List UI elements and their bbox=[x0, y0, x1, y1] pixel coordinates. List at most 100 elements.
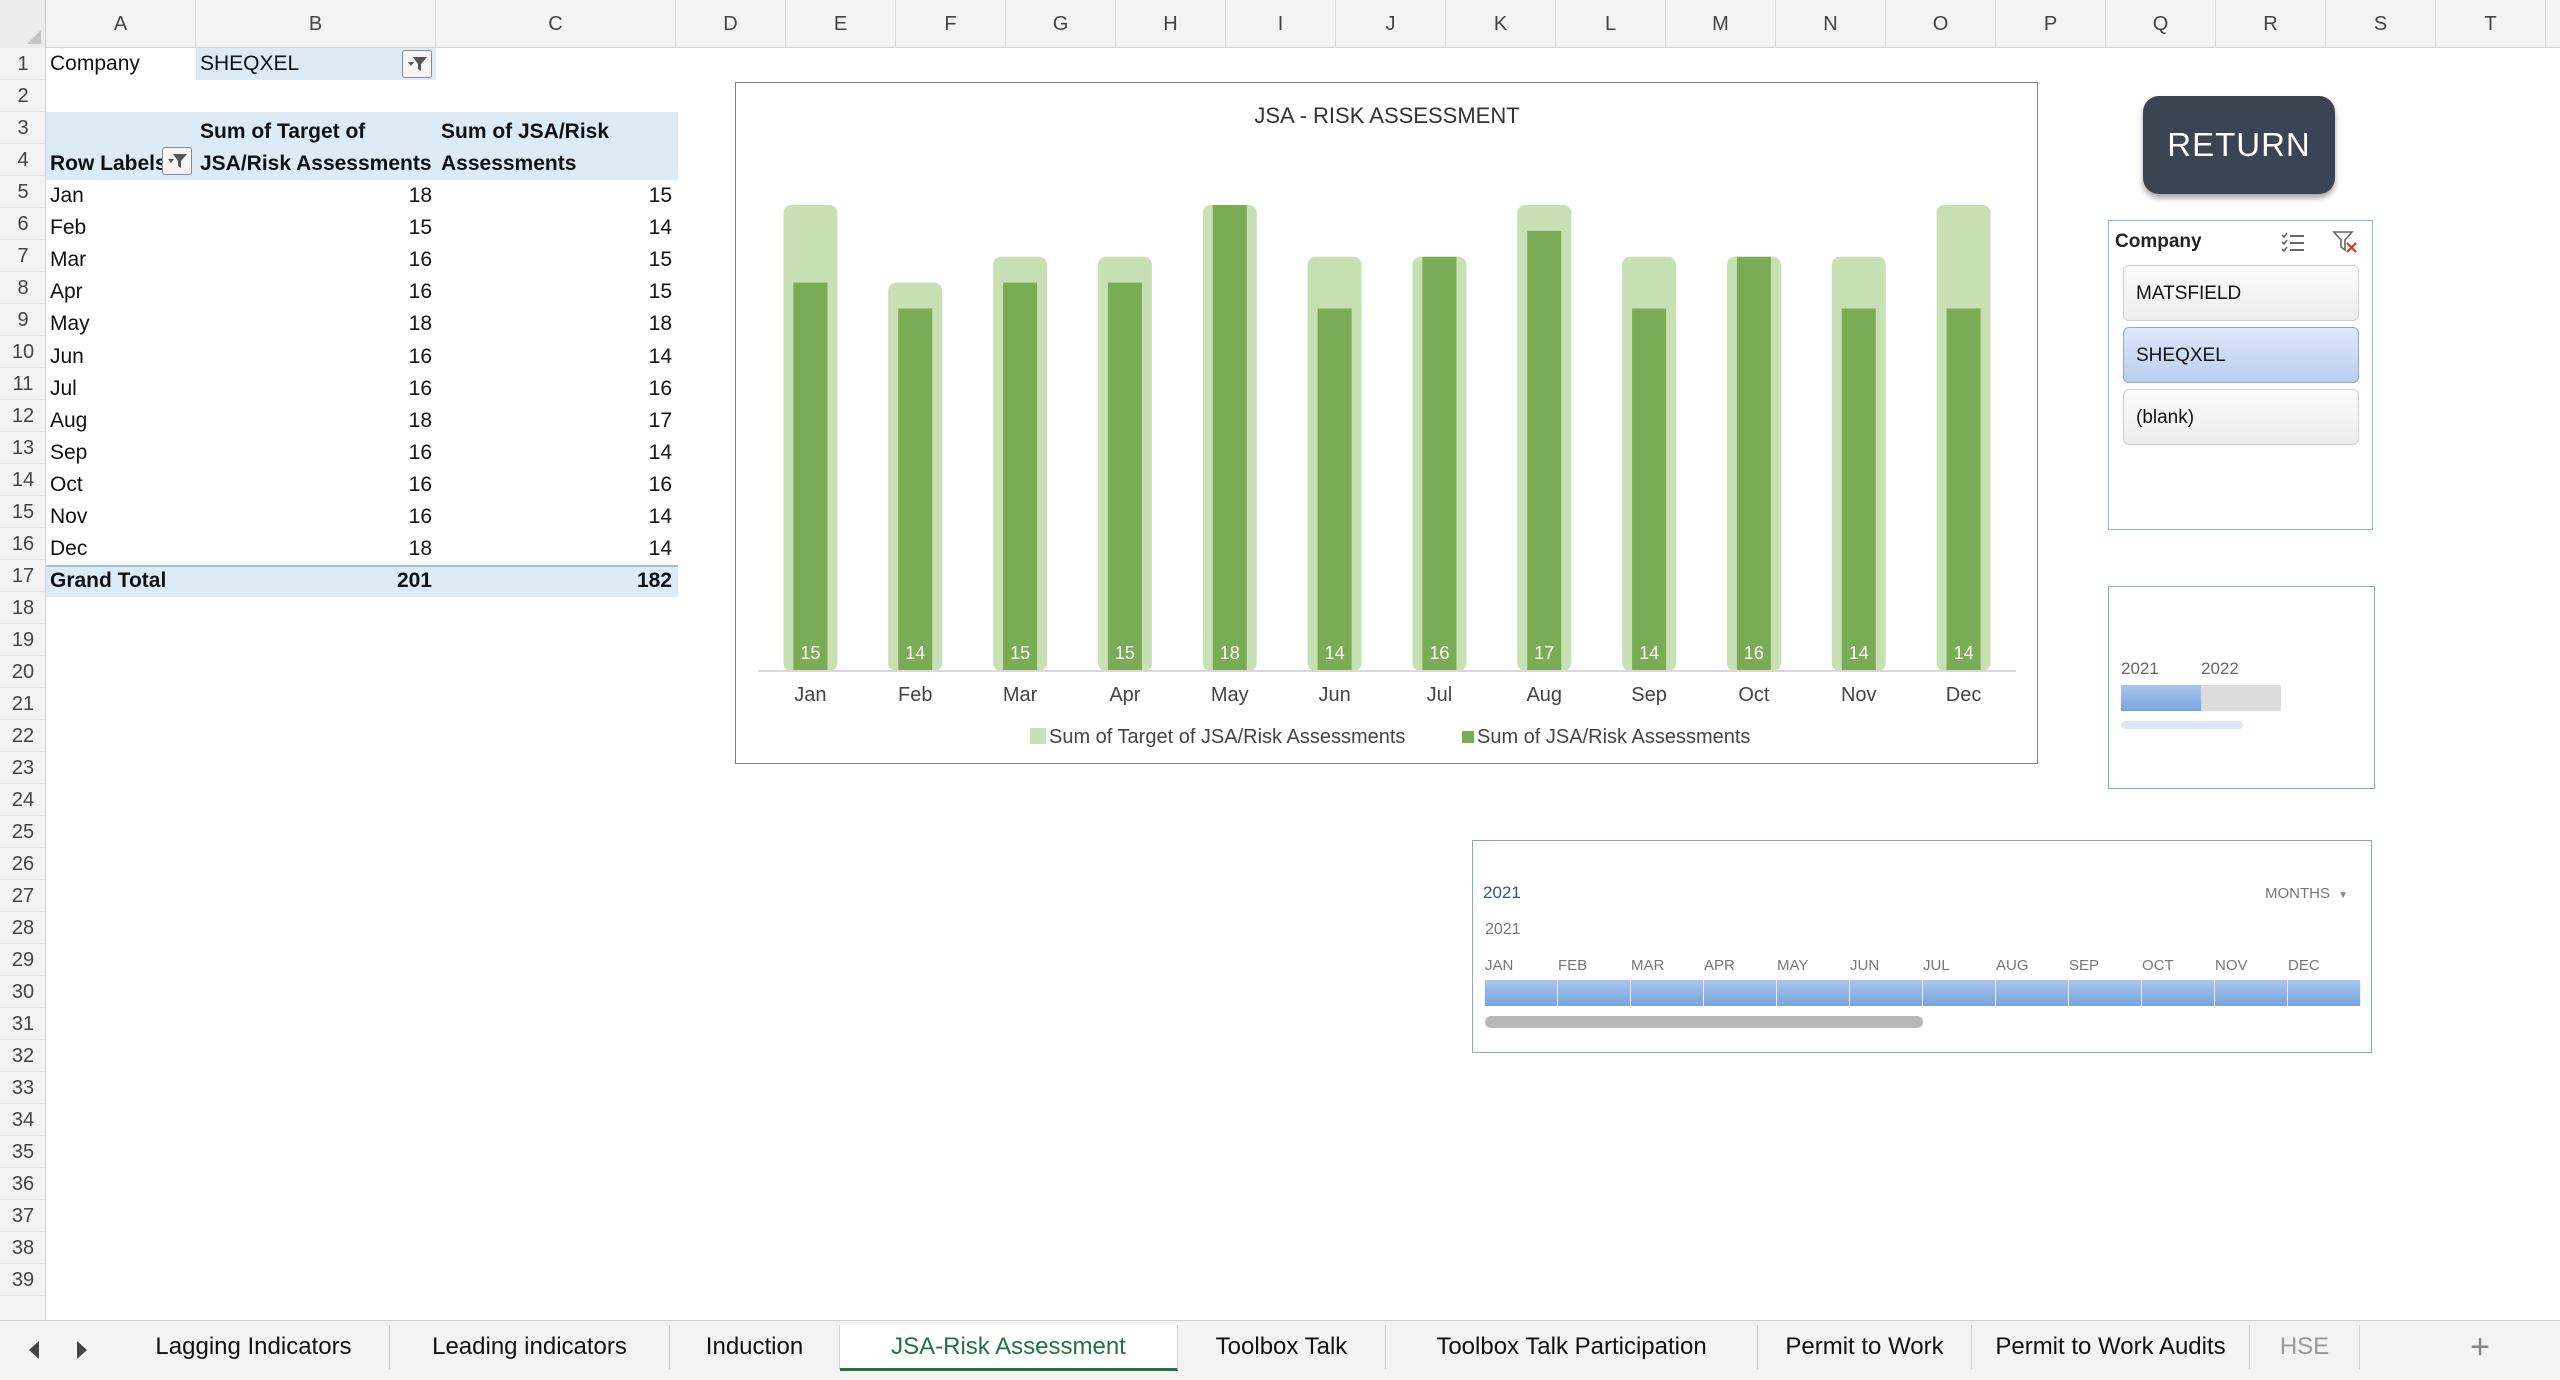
pivot-row-target[interactable]: 18 bbox=[196, 180, 436, 212]
row-header[interactable]: 28 bbox=[0, 912, 45, 944]
month-range-bar[interactable] bbox=[1485, 980, 2361, 1006]
row-header[interactable]: 4 bbox=[0, 144, 45, 176]
row-header[interactable]: 2 bbox=[0, 80, 45, 112]
row-header[interactable]: 15 bbox=[0, 496, 45, 528]
row-header[interactable]: 14 bbox=[0, 464, 45, 496]
pivot-row-actual[interactable]: 18 bbox=[436, 308, 676, 340]
column-header[interactable]: M bbox=[1666, 0, 1776, 48]
column-header[interactable]: G bbox=[1006, 0, 1116, 48]
month-label[interactable]: OCT bbox=[2142, 957, 2174, 974]
sheet-tab[interactable]: Lagging Indicators bbox=[118, 1325, 390, 1369]
row-header[interactable]: 9 bbox=[0, 304, 45, 336]
row-header[interactable]: 31 bbox=[0, 1008, 45, 1040]
pivot-row-label[interactable]: Feb bbox=[50, 212, 190, 244]
scroll-right-icon[interactable] bbox=[74, 1339, 90, 1361]
column-header[interactable]: P bbox=[1996, 0, 2106, 48]
year-bar-unselected[interactable] bbox=[2201, 685, 2281, 711]
year-label-2022[interactable]: 2022 bbox=[2201, 659, 2239, 679]
pivot-row-actual[interactable]: 14 bbox=[436, 533, 676, 565]
pivot-row-target[interactable]: 16 bbox=[196, 373, 436, 405]
pivot-row-target[interactable]: 16 bbox=[196, 276, 436, 308]
row-header[interactable]: 37 bbox=[0, 1200, 45, 1232]
bar-actual[interactable] bbox=[1736, 256, 1771, 671]
month-label[interactable]: JUL bbox=[1923, 957, 1950, 974]
pivot-row-label[interactable]: Jul bbox=[50, 373, 190, 405]
month-label[interactable]: AUG bbox=[1996, 957, 2029, 974]
sheet-tab[interactable]: Toolbox Talk bbox=[1178, 1325, 1386, 1369]
timeline-scrollbar[interactable] bbox=[1485, 1016, 1923, 1028]
month-label[interactable]: DEC bbox=[2288, 957, 2320, 974]
pivot-row-actual[interactable]: 14 bbox=[436, 437, 676, 469]
pivot-row-label[interactable]: Nov bbox=[50, 501, 190, 533]
column-header[interactable]: T bbox=[2436, 0, 2546, 48]
slicer-item[interactable]: MATSFIELD bbox=[2123, 265, 2359, 321]
pivot-row-actual[interactable]: 15 bbox=[436, 244, 676, 276]
year-label-2021[interactable]: 2021 bbox=[2121, 659, 2159, 679]
bar-actual[interactable] bbox=[1527, 230, 1562, 671]
month-segment[interactable] bbox=[2069, 980, 2142, 1006]
column-header[interactable]: I bbox=[1226, 0, 1336, 48]
pivot-row-label[interactable]: Jan bbox=[50, 180, 190, 212]
column-header[interactable]: S bbox=[2326, 0, 2436, 48]
column-header[interactable]: J bbox=[1336, 0, 1446, 48]
timeline-level-label[interactable]: MONTHS ▼ bbox=[2265, 885, 2348, 902]
column-header[interactable]: L bbox=[1556, 0, 1666, 48]
month-label[interactable]: JUN bbox=[1850, 957, 1879, 974]
column-header[interactable]: A bbox=[46, 0, 196, 48]
row-header[interactable]: 3 bbox=[0, 112, 45, 144]
month-segment[interactable] bbox=[1996, 980, 2069, 1006]
add-sheet-button[interactable]: + bbox=[2440, 1325, 2520, 1369]
year-bar-selected[interactable] bbox=[2121, 685, 2201, 711]
row-header[interactable]: 6 bbox=[0, 208, 45, 240]
column-header[interactable]: O bbox=[1886, 0, 1996, 48]
row-header[interactable]: 30 bbox=[0, 976, 45, 1008]
bar-actual[interactable] bbox=[793, 282, 828, 671]
sheet-tab[interactable]: HSE bbox=[2250, 1325, 2360, 1369]
month-segment[interactable] bbox=[2288, 980, 2361, 1006]
row-header[interactable]: 12 bbox=[0, 400, 45, 432]
pivot-row-target[interactable]: 18 bbox=[196, 308, 436, 340]
bar-actual[interactable] bbox=[1212, 205, 1247, 671]
row-header[interactable]: 32 bbox=[0, 1040, 45, 1072]
pivot-row-label[interactable]: Oct bbox=[50, 469, 190, 501]
row-header[interactable]: 10 bbox=[0, 336, 45, 368]
pivot-row-label[interactable]: May bbox=[50, 308, 190, 340]
sheet-tab[interactable]: JSA-Risk Assessment bbox=[840, 1325, 1178, 1371]
row-header[interactable]: 20 bbox=[0, 656, 45, 688]
month-label[interactable]: MAY bbox=[1777, 957, 1808, 974]
column-header[interactable]: H bbox=[1116, 0, 1226, 48]
pivot-row-label[interactable]: Mar bbox=[50, 244, 190, 276]
select-all-corner[interactable] bbox=[0, 0, 46, 48]
row-header[interactable]: 22 bbox=[0, 720, 45, 752]
column-header[interactable]: N bbox=[1776, 0, 1886, 48]
pivot-row-actual[interactable]: 14 bbox=[436, 212, 676, 244]
month-segment[interactable] bbox=[1558, 980, 1631, 1006]
row-header[interactable]: 39 bbox=[0, 1264, 45, 1296]
row-header[interactable]: 25 bbox=[0, 816, 45, 848]
row-header[interactable]: 16 bbox=[0, 528, 45, 560]
month-label[interactable]: APR bbox=[1704, 957, 1735, 974]
month-segment[interactable] bbox=[2142, 980, 2215, 1006]
row-header[interactable]: 27 bbox=[0, 880, 45, 912]
column-header[interactable]: Q bbox=[2106, 0, 2216, 48]
column-header[interactable]: F bbox=[896, 0, 1006, 48]
month-segment[interactable] bbox=[1485, 980, 1558, 1006]
bar-actual[interactable] bbox=[1946, 308, 1981, 671]
column-header[interactable]: C bbox=[436, 0, 676, 48]
column-header[interactable]: K bbox=[1446, 0, 1556, 48]
multi-select-icon[interactable] bbox=[2279, 229, 2307, 255]
bar-actual[interactable] bbox=[1632, 308, 1667, 671]
clear-filter-icon[interactable] bbox=[2331, 229, 2359, 255]
month-segment[interactable] bbox=[1704, 980, 1777, 1006]
pivot-row-target[interactable]: 16 bbox=[196, 501, 436, 533]
pivot-row-label[interactable]: Aug bbox=[50, 405, 190, 437]
row-header[interactable]: 23 bbox=[0, 752, 45, 784]
row-header[interactable]: 36 bbox=[0, 1168, 45, 1200]
pivot-row-actual[interactable]: 14 bbox=[436, 501, 676, 533]
row-header[interactable]: 34 bbox=[0, 1104, 45, 1136]
row-header[interactable]: 5 bbox=[0, 176, 45, 208]
year-scrollbar[interactable] bbox=[2121, 721, 2243, 729]
month-segment[interactable] bbox=[1777, 980, 1850, 1006]
bar-actual[interactable] bbox=[1107, 282, 1142, 671]
sheet-tab[interactable]: Toolbox Talk Participation bbox=[1386, 1325, 1758, 1369]
